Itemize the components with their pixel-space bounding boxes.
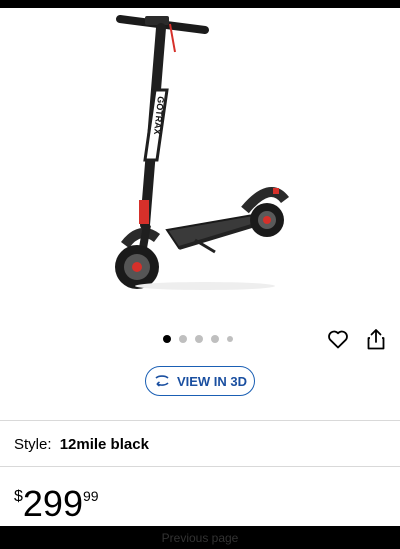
price: $ 299 99	[14, 484, 99, 524]
price-currency: $	[14, 488, 23, 505]
carousel-dot[interactable]	[179, 335, 187, 343]
style-selector[interactable]: Style: 12mile black	[14, 436, 149, 453]
share-icon[interactable]	[365, 327, 387, 351]
style-value: 12mile black	[59, 436, 149, 453]
status-bar	[0, 0, 400, 8]
rotate-3d-icon	[155, 375, 169, 387]
carousel-dots	[163, 335, 233, 343]
price-cents: 99	[82, 488, 99, 504]
product-image[interactable]: GOTRAX	[95, 10, 305, 300]
view-in-3d-label: VIEW IN 3D	[176, 373, 248, 389]
image-carousel-controls	[0, 325, 400, 355]
previous-page-label: Previous page	[161, 530, 239, 545]
divider	[0, 420, 400, 421]
bottom-bar[interactable]: Previous page	[0, 526, 400, 549]
carousel-dot[interactable]	[211, 335, 219, 343]
carousel-dot[interactable]	[227, 336, 233, 342]
view-in-3d-button[interactable]: VIEW IN 3D	[145, 366, 255, 396]
style-label: Style:	[14, 436, 52, 453]
divider	[0, 466, 400, 467]
carousel-dot[interactable]	[195, 335, 203, 343]
heart-icon[interactable]	[326, 327, 350, 351]
carousel-dot[interactable]	[163, 335, 171, 343]
price-dollars: 299	[22, 483, 83, 524]
